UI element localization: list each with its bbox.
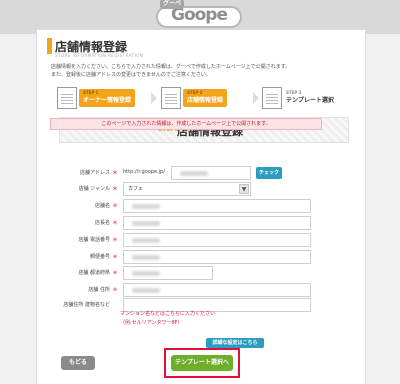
page-subtitle: STORE INFORMATION REGISTRATION: [55, 53, 144, 58]
building-example: （例:セルリアンタワー8F）: [120, 320, 183, 326]
store-name-input[interactable]: [123, 199, 311, 213]
advanced-settings-button[interactable]: 詳細な設定はこちら: [206, 338, 264, 348]
store-phone-label: 店舗 電話番号: [78, 237, 110, 243]
postal-code-input[interactable]: [123, 250, 311, 264]
step-arrow-icon: [151, 92, 157, 104]
document-icon: [161, 87, 181, 109]
row-store-name: 店舗名 ＊: [0, 199, 330, 213]
document-icon: [262, 87, 282, 109]
step-1: STEP 1 オーナー情報登録: [55, 86, 147, 110]
step-3: STEP 3 テンプレート選択: [260, 86, 352, 110]
building-label: 店舗住所 建物名など: [63, 302, 110, 308]
title-accent: [47, 38, 52, 54]
store-genre-select[interactable]: カフェ ▼: [123, 182, 251, 196]
address-label: 店舗 住所: [88, 287, 110, 293]
intro-line-2: また、登録後に店舗アドレスの変更はできませんのでご注意ください。: [51, 72, 211, 78]
check-button[interactable]: チェック: [256, 167, 282, 179]
manager-name-label: 店長名: [94, 220, 110, 226]
row-store-phone: 店舗 電話番号 ＊: [0, 233, 330, 247]
goope-logo: Goope グーペ: [148, 0, 252, 32]
building-note: マンション名などはこちらに入力ください: [120, 311, 216, 317]
store-address-input[interactable]: [171, 166, 251, 180]
step-1-badge: STEP 1 オーナー情報登録: [79, 89, 136, 107]
postal-code-label: 郵便番号: [89, 254, 110, 260]
prefecture-label: 店舗 都道府県: [78, 270, 110, 276]
store-genre-value: カフェ: [128, 186, 144, 192]
back-button[interactable]: もどる: [61, 356, 95, 370]
required-mark: ＊: [112, 186, 119, 193]
store-name-label: 店舗名: [94, 203, 110, 209]
row-prefecture: 店舗 都道府県 ＊: [0, 266, 330, 280]
required-mark: ＊: [112, 237, 119, 244]
prefecture-select[interactable]: [123, 266, 213, 280]
required-mark: ＊: [112, 203, 119, 210]
required-mark: ＊: [112, 220, 119, 227]
step-2-label: 店舗情報登録: [187, 97, 224, 104]
next-button-highlight: テンプレート選択へ: [164, 348, 240, 378]
intro-line-1: 店舗情報を入力ください。こちらで入力された情報は、グーペで作成したホームページ上…: [51, 64, 291, 70]
required-mark: ＊: [112, 270, 119, 277]
step-3-badge: STEP 3 テンプレート選択: [282, 89, 338, 107]
required-mark: ＊: [112, 170, 119, 177]
address-input[interactable]: [123, 283, 311, 297]
row-store-genre: 店舗 ジャンル ＊ カフェ ▼: [0, 182, 330, 196]
store-phone-input[interactable]: [123, 233, 311, 247]
step-arrow-icon: [253, 92, 259, 104]
intro-text: 店舗情報を入力ください。こちらで入力された情報は、グーペで作成したホームページ上…: [51, 63, 357, 79]
document-icon: [57, 87, 77, 109]
step-2: STEP 2 店舗情報登録: [159, 86, 251, 110]
manager-name-input[interactable]: [123, 216, 311, 230]
chevron-down-icon[interactable]: ▼: [239, 184, 249, 194]
logo-chip: グーペ: [160, 0, 185, 9]
public-notice: このページで入力された情報は、作成したホームページ上で公開されます。: [50, 118, 322, 130]
row-store-address-detail: 店舗 住所 ＊: [0, 283, 330, 297]
step-2-badge: STEP 2 店舗情報登録: [183, 89, 228, 107]
step-1-label: オーナー情報登録: [83, 97, 132, 104]
step-3-label: テンプレート選択: [286, 97, 334, 104]
row-store-address: 店舗アドレス ＊ http://r.goope.jp/ チェック: [0, 166, 330, 180]
store-address-label: 店舗アドレス: [79, 170, 110, 176]
required-mark: ＊: [112, 254, 119, 261]
row-manager-name: 店長名 ＊: [0, 216, 330, 230]
required-mark: ＊: [112, 287, 119, 294]
store-genre-label: 店舗 ジャンル: [78, 186, 110, 192]
row-postal-code: 郵便番号 ＊: [0, 250, 330, 264]
template-select-button[interactable]: テンプレート選択へ: [171, 355, 233, 371]
url-prefix: http://r.goope.jp/: [123, 169, 165, 175]
